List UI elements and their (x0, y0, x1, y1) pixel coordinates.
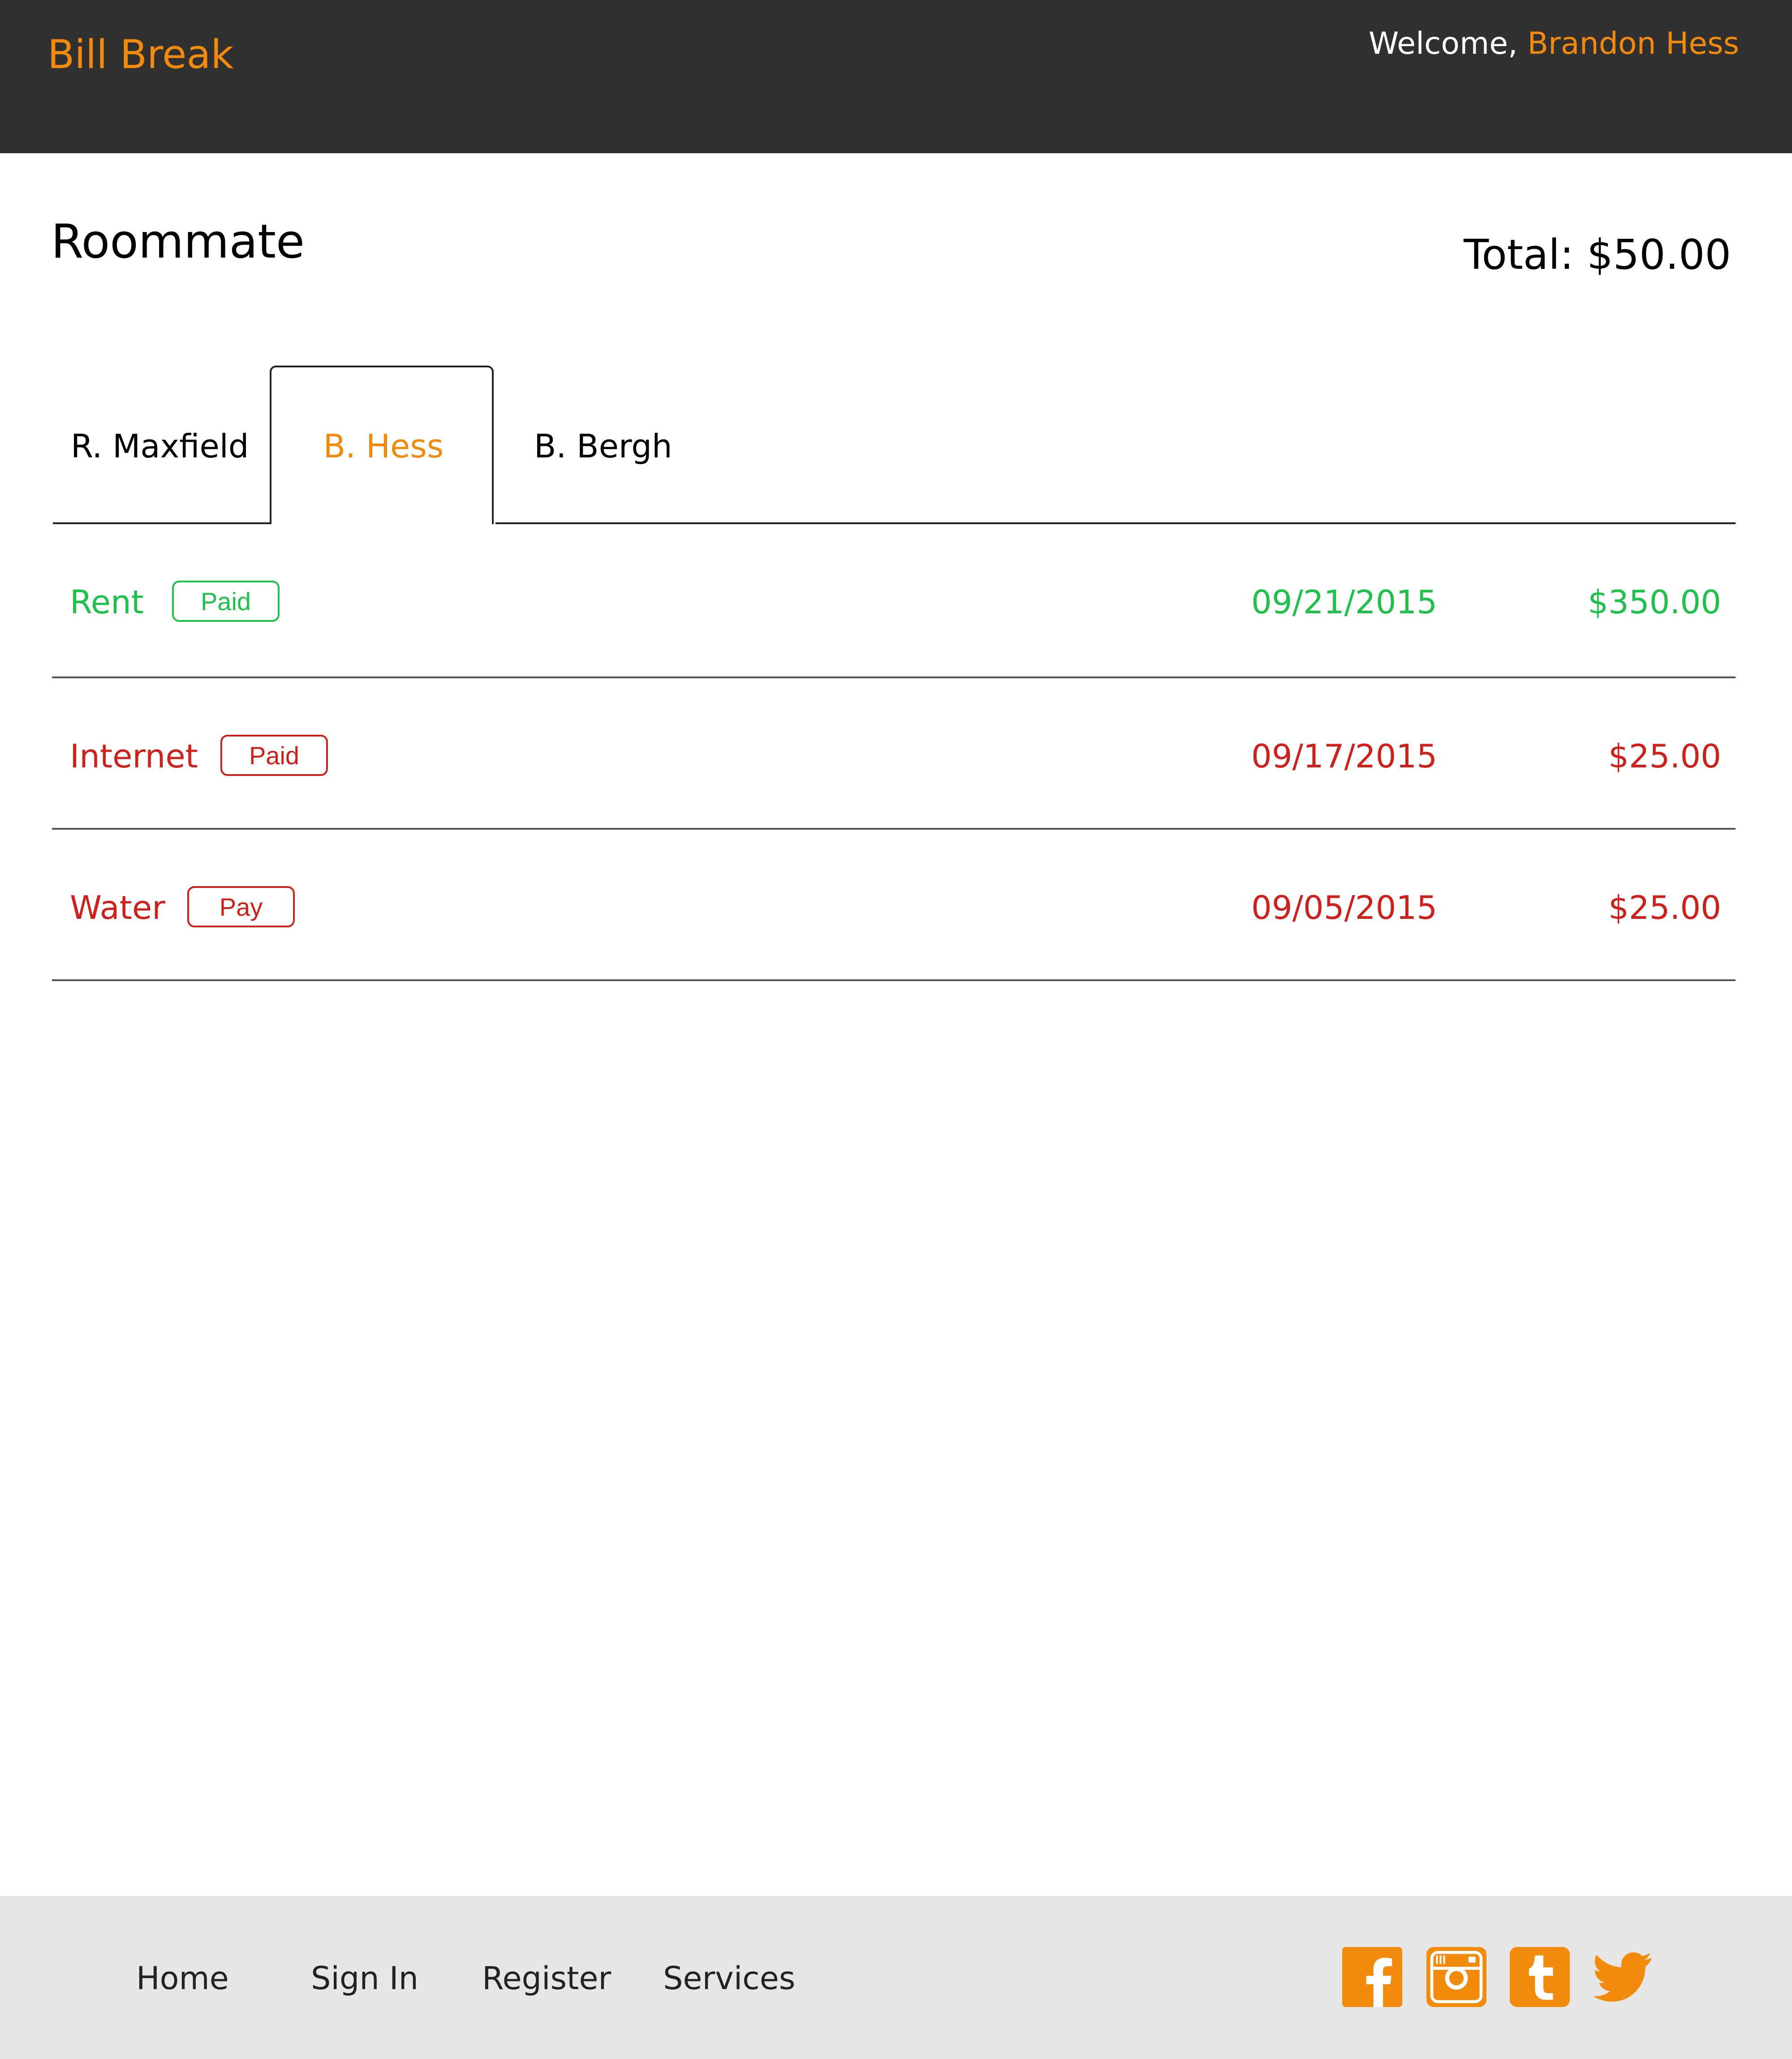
bill-name: Water (70, 889, 165, 926)
brand-logo[interactable]: Bill Break (47, 28, 233, 82)
bill-date: 09/05/2015 (1251, 889, 1437, 926)
facebook-icon[interactable] (1342, 1947, 1402, 2007)
footer-link-sign-in[interactable]: Sign In (311, 1956, 418, 2001)
footer-link-home[interactable]: Home (136, 1956, 229, 2001)
bill-amount: $25.00 (1608, 889, 1721, 926)
bill-date: 09/21/2015 (1251, 583, 1437, 621)
bill-amount: $350.00 (1588, 583, 1721, 621)
top-bar: Bill Break Welcome, Brandon Hess (0, 0, 1792, 153)
footer: Home Sign In Register Services (0, 1896, 1792, 2059)
bill-row-water: Water Pay 09/05/2015 $25.00 (52, 830, 1736, 981)
total-amount: Total: $50.00 (1463, 231, 1731, 279)
paid-badge[interactable]: Paid (172, 581, 280, 622)
user-name-link[interactable]: Brandon Hess (1527, 26, 1739, 61)
footer-link-services[interactable]: Services (663, 1956, 795, 2001)
bill-name: Rent (70, 583, 144, 621)
bill-amount: $25.00 (1608, 737, 1721, 775)
welcome-message: Welcome, Brandon Hess (1369, 22, 1739, 66)
tab-b-bergh[interactable]: B. Bergh (534, 424, 672, 469)
bill-date: 09/17/2015 (1251, 737, 1437, 775)
instagram-icon[interactable] (1426, 1947, 1486, 2007)
tumblr-icon[interactable] (1510, 1947, 1570, 2007)
bill-row-rent: Rent Paid 09/21/2015 $350.00 (52, 524, 1736, 678)
bill-list: Rent Paid 09/21/2015 $350.00 Internet Pa… (52, 524, 1736, 981)
welcome-prefix: Welcome, (1369, 26, 1528, 61)
page-title: Roommate (51, 214, 305, 269)
twitter-icon[interactable] (1593, 1947, 1653, 2007)
bill-name: Internet (70, 737, 198, 775)
footer-link-register[interactable]: Register (482, 1956, 611, 2001)
paid-badge[interactable]: Paid (220, 735, 328, 776)
bill-row-internet: Internet Paid 09/17/2015 $25.00 (52, 678, 1736, 830)
roommate-tabs: R. Maxfield B. Hess B. Bergh (53, 366, 1736, 524)
pay-button[interactable]: Pay (187, 886, 295, 927)
